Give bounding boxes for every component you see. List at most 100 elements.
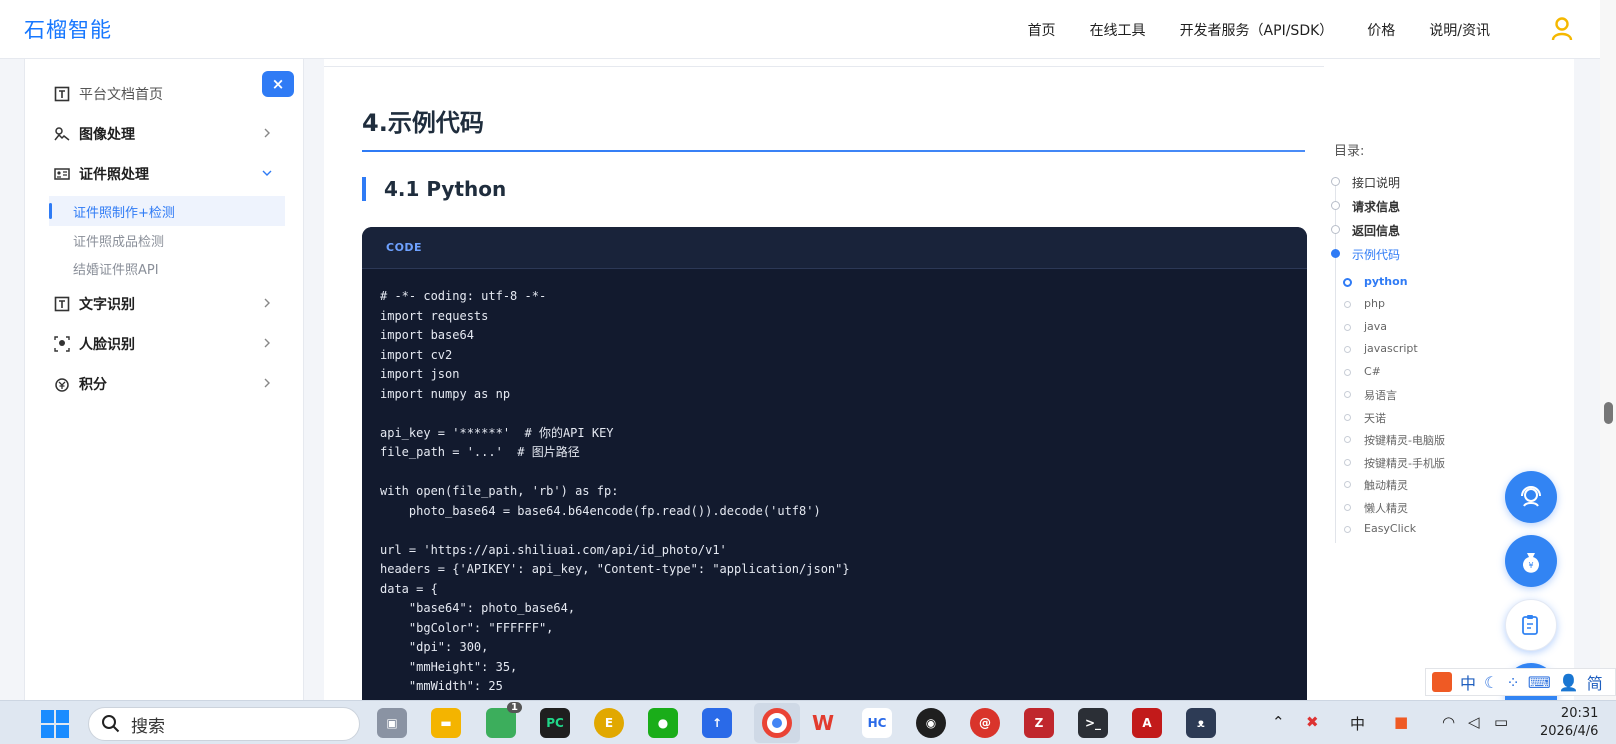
ime-lang[interactable]: 中 [1460,670,1476,694]
toc-sub-tiannuo[interactable]: 天诺 [1364,410,1386,426]
battery-icon[interactable]: ▭ [1494,713,1508,731]
toc-sub-ajjl-mobile[interactable]: 按键精灵-手机版 [1364,455,1445,471]
sidebar-item-label: 平台文档首页 [79,87,163,103]
ime-keyboard-icon[interactable]: ⌨ [1528,673,1551,692]
nav-online-tools[interactable]: 在线工具 [1090,20,1146,40]
toc-subdot [1344,481,1351,488]
toc-sub-easyclick[interactable]: EasyClick [1364,522,1416,535]
sidebar-item-label: 图像处理 [79,127,135,143]
sidebar-item-ocr[interactable]: 文字识别 [25,286,305,322]
chevron-right-icon [264,378,270,388]
qq-icon[interactable]: ◉ [916,708,946,738]
taskbar-search[interactable]: 搜索 [88,707,360,741]
sidebar-item-label: 文字识别 [79,297,135,313]
toc-sub-java[interactable]: java [1364,320,1387,333]
file-explorer-icon[interactable]: ▬ [431,708,461,738]
feishu-icon[interactable]: ↑ [702,708,732,738]
toc-item-response[interactable]: 返回信息 [1352,222,1400,239]
filezilla-icon[interactable]: Z [1024,708,1054,738]
user-icon[interactable] [1551,17,1573,41]
sidebar-item-label: 人脸识别 [79,337,135,353]
nav-pricing[interactable]: 价格 [1367,20,1395,40]
windows-start-icon[interactable] [40,709,70,739]
ime-toolbar[interactable]: 中 ☾ ⁘ ⌨ 👤 简 [1425,668,1616,696]
toc-sub-csharp[interactable]: C# [1364,365,1381,378]
toc-item-example-code[interactable]: 示例代码 [1352,246,1400,263]
toc-sub-chudong[interactable]: 触动精灵 [1364,477,1408,493]
volume-icon[interactable]: ◁ [1468,713,1480,731]
toc-sub-eyuyan[interactable]: 易语言 [1364,387,1397,403]
chrome-icon[interactable] [762,708,792,738]
chevron-right-icon [264,298,270,308]
ime-moon-icon[interactable]: ☾ [1484,673,1498,692]
ime-simplified[interactable]: 简 [1587,670,1603,694]
sidebar-subitem-finished-detect[interactable]: 证件照成品检测 [49,225,285,255]
brand-logo[interactable]: 石榴智能 [24,14,112,44]
toc-sub-php[interactable]: php [1364,297,1385,310]
ime-dots-icon[interactable]: ⁘ [1506,673,1519,692]
acrobat-icon[interactable]: A [1132,708,1162,738]
app-green-icon[interactable]: 1 [486,702,522,738]
toc-subdot [1344,346,1351,353]
sidebar-subitem-marriage[interactable]: 结婚证件照API [49,253,285,283]
toc-dot [1331,225,1340,234]
toc-subdot [1344,391,1351,398]
pycharm-icon[interactable]: PC [540,708,570,738]
e-app-icon[interactable]: E [594,708,624,738]
nav-home[interactable]: 首页 [1028,20,1056,40]
ime-user-icon[interactable]: 👤 [1559,673,1579,692]
page-scrollbar[interactable] [1600,0,1616,700]
snail-icon[interactable]: @ [970,708,1000,738]
sidebar-item-image[interactable]: 图像处理 [25,116,305,152]
sidebar-item-face[interactable]: 人脸识别 [25,326,305,362]
clock-time: 20:31 [1560,706,1599,721]
toc-subdot [1344,324,1351,331]
wechat-icon[interactable]: ● [648,708,678,738]
toc-item-request[interactable]: 请求信息 [1352,198,1400,215]
taskbar-clock[interactable]: 20:31 2026/4/6 [1540,705,1598,741]
clipboard-button[interactable] [1505,599,1557,651]
subsection-title: 4.1 Python [362,177,506,201]
toc-subdot [1344,526,1351,533]
wifi-icon[interactable]: ◠ [1442,713,1455,731]
customer-service-button[interactable] [1505,471,1557,523]
tray-expand-icon[interactable]: ⌃ [1272,713,1285,731]
toc-dot-active [1331,249,1340,258]
sidebar-item-label: 积分 [79,377,107,393]
toc-sub-lanren[interactable]: 懒人精灵 [1364,500,1408,516]
nav-developer[interactable]: 开发者服务（API/SDK） [1180,20,1334,40]
toc-subdot [1344,504,1351,511]
cat-app-icon[interactable]: ᴥ [1186,708,1216,738]
points-icon [53,375,71,393]
sidebar-item-points[interactable]: 积分 [25,366,305,402]
nav-docs[interactable]: 说明/资讯 [1429,20,1490,40]
face-icon [53,335,71,353]
terminal-icon[interactable]: >_ [1078,708,1108,738]
wps-icon[interactable]: W [808,708,838,738]
headset-icon [1521,486,1541,507]
sidebar-subitem-make-detect[interactable]: 证件照制作+检测 [49,196,285,226]
hbuilder-icon[interactable]: HC [862,708,892,738]
toc-sub-python[interactable]: python [1364,275,1408,288]
toc-sub-javascript[interactable]: javascript [1364,342,1418,355]
top-navbar: 石榴智能 首页 在线工具 开发者服务（API/SDK） 价格 说明/资讯 [0,0,1600,59]
chevron-right-icon [264,338,270,348]
toc-subdot [1344,436,1351,443]
toc-subdot [1344,301,1351,308]
sidebar-item-docs-home[interactable]: 平台文档首页 [25,76,305,112]
code-content[interactable]: # -*- coding: utf-8 -*- import requests … [362,269,1307,700]
tray-vpn-icon[interactable]: ✖ [1306,713,1319,731]
sidebar-item-label: 证件照处理 [79,167,149,183]
recharge-button[interactable]: ¥ [1505,535,1557,587]
clipboard-icon [1522,615,1538,635]
scroll-thumb[interactable] [1604,402,1613,424]
toc-sub-ajjl-pc[interactable]: 按键精灵-电脑版 [1364,432,1445,448]
toc-subdot [1344,459,1351,466]
tray-sogou-icon[interactable]: ■ [1394,713,1408,731]
toc-subdot [1344,369,1351,376]
tray-ime-lang[interactable]: 中 [1350,713,1365,734]
sidebar-item-id-photo[interactable]: 证件照处理 [25,156,305,192]
taskview-icon[interactable]: ▣ [377,708,407,738]
toc-item-api-desc[interactable]: 接口说明 [1352,174,1400,191]
id-card-icon [53,165,71,183]
